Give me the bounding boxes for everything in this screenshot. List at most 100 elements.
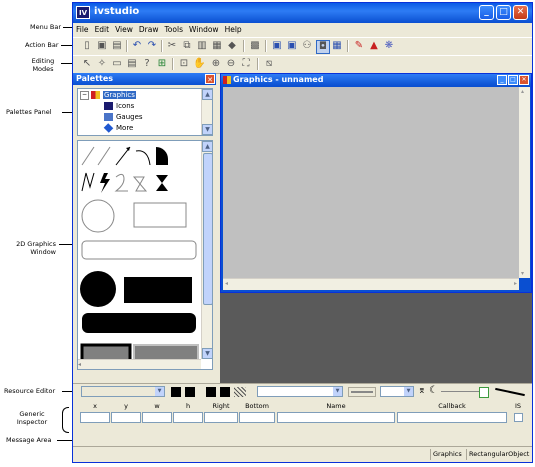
chevron-down-icon[interactable]: ▼ [333,387,342,396]
callout-graphics-window-line2: Window [30,248,56,256]
line-style-swatch[interactable] [348,387,376,397]
paste-icon[interactable]: ▥ [196,40,208,52]
diamond-icon [103,123,114,133]
pattern-combo[interactable]: ▼ [257,386,343,397]
chevron-down-icon[interactable]: ▼ [404,387,413,396]
duplicate-icon[interactable]: ▦ [211,40,223,52]
title-bar[interactable]: IV ivstudio _ □ ✕ [73,3,532,23]
slider-handle[interactable] [479,387,489,398]
snap-icon[interactable]: ⧅ [263,58,275,70]
graphics-canvas[interactable] [223,87,519,278]
w-field[interactable] [142,412,172,423]
tree-label-gauges: Gauges [116,113,143,121]
scroll-up-button[interactable]: ▲ [202,141,212,152]
iv-icon [104,102,113,110]
bottom-field[interactable] [239,412,275,423]
name-field[interactable] [277,412,395,423]
graphics-close-button[interactable]: ✕ [519,75,529,85]
link-icon[interactable]: ⊞ [156,58,168,70]
graphics-minimize-button[interactable]: _ [497,75,507,85]
arrow-style-icon[interactable] [495,387,525,397]
group-icon[interactable]: ⚇ [301,40,313,52]
cut-icon[interactable]: ✂ [166,40,178,52]
scroll-thumb[interactable] [203,153,212,305]
pan-hand-icon[interactable]: ✋ [193,58,205,70]
copy-icon[interactable]: ⧉ [181,40,193,52]
hatch-pattern-icon[interactable] [234,387,246,397]
menu-draw[interactable]: Draw [136,23,162,36]
grid-icon[interactable]: ▦ [331,40,343,52]
scroll-up-button[interactable]: ▲ [202,89,213,100]
graphics-vscrollbar[interactable]: ▴ ▾ [519,87,530,278]
scroll-left-icon[interactable]: ◂ [225,280,228,287]
palettes-close-button[interactable]: ✕ [205,74,215,84]
pattern-swatch[interactable] [220,387,230,397]
scroll-up-icon[interactable]: ▴ [521,88,524,95]
fill-color-swatch[interactable] [206,387,216,397]
cap-style-icon[interactable]: ⌆ [418,386,426,396]
font-combo[interactable]: ▼ [81,386,165,397]
x-field[interactable] [80,412,110,423]
graphics-hscrollbar[interactable]: ◂ ▸ [223,278,519,290]
zoom-in-icon[interactable]: ⊕ [210,58,222,70]
menu-window[interactable]: Window [186,23,222,36]
shapes-hscrollbar[interactable]: ◂ [78,359,201,369]
tree-item-graphics[interactable]: − Graphics [80,90,136,100]
callback-field[interactable] [397,412,507,423]
selected-tool-icon[interactable]: ◘ [316,40,330,54]
shape-palette: ▲ ▼ ◂ [77,140,213,370]
zoom-out-icon[interactable]: ⊖ [225,58,237,70]
new-file-icon[interactable]: ▯ [81,40,93,52]
right-field[interactable] [204,412,238,423]
toolbar-separator [347,40,349,52]
alert-icon[interactable]: ▲ [368,40,380,52]
foreground-color-swatch[interactable] [171,387,181,397]
join-style-icon[interactable]: ☾ [429,385,438,396]
chevron-down-icon[interactable]: ▼ [155,387,164,396]
save-icon[interactable]: ▣ [96,40,108,52]
tree-scrollbar[interactable]: ▲ ▼ [201,89,213,135]
line-width-combo[interactable]: ▼ [380,386,414,397]
menu-tools[interactable]: Tools [162,23,186,36]
rotate-icon[interactable]: ✧ [96,58,108,70]
scroll-right-icon[interactable]: ▸ [514,280,517,287]
test-mode-icon[interactable]: ▩ [249,40,261,52]
resize-icon[interactable]: ▭ [111,58,123,70]
edit-icon[interactable]: ✎ [353,40,365,52]
panel-2-icon[interactable]: ▣ [286,40,298,52]
eraser-icon[interactable]: ◆ [226,40,238,52]
tree-item-icons[interactable]: Icons [104,101,134,111]
connect-icon[interactable]: ? [141,58,153,70]
save-all-icon[interactable]: ▤ [111,40,123,52]
tree-item-gauges[interactable]: Gauges [104,112,143,122]
y-field[interactable] [111,412,141,423]
scroll-down-button[interactable]: ▼ [202,348,212,359]
shapes-scrollbar[interactable]: ▲ ▼ [201,141,212,359]
tree-item-more[interactable]: More [103,123,133,133]
menu-view[interactable]: View [112,23,136,36]
menu-file[interactable]: File [73,23,92,36]
slider-track[interactable] [441,391,479,392]
maximize-button[interactable]: □ [496,5,511,20]
text-icon[interactable]: ▤ [126,58,138,70]
collapse-icon[interactable]: − [80,90,89,100]
close-button[interactable]: ✕ [513,5,528,20]
menu-edit[interactable]: Edit [92,23,113,36]
undo-icon[interactable]: ↶ [131,40,143,52]
redo-icon[interactable]: ↷ [146,40,158,52]
menu-help[interactable]: Help [222,23,245,36]
scroll-down-button[interactable]: ▼ [202,124,213,135]
scroll-down-icon[interactable]: ▾ [521,270,524,277]
panel-icon[interactable]: ▣ [271,40,283,52]
minimize-button[interactable]: _ [479,5,494,20]
background-color-swatch[interactable] [185,387,195,397]
graphics-title-bar[interactable]: Graphics - unnamed [221,74,531,86]
is-checkbox[interactable] [514,413,523,422]
select-arrow-icon[interactable]: ↖ [81,58,93,70]
gear-icon[interactable]: ❋ [383,40,395,52]
editing-modes-bar: ↖ ✧ ▭ ▤ ? ⊞ ⊡ ✋ ⊕ ⊖ ⛶ ⧅ [73,55,532,74]
zoom-box-icon[interactable]: ⊡ [178,58,190,70]
h-field[interactable] [173,412,203,423]
graphics-maximize-button[interactable]: □ [508,75,518,85]
fit-icon[interactable]: ⛶ [240,58,252,70]
